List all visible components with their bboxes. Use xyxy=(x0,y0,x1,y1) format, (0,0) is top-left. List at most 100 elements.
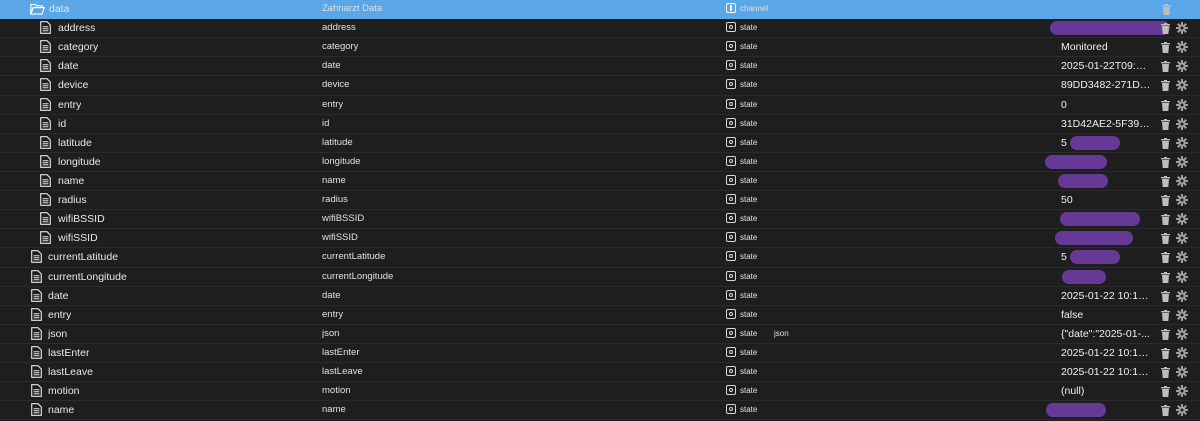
object-id: lastEnter xyxy=(48,346,90,359)
trash-icon[interactable] xyxy=(1161,347,1170,359)
gear-icon[interactable] xyxy=(1176,232,1188,245)
object-type-label: state xyxy=(740,405,758,415)
tree-row-currentLongitude[interactable]: currentLongitude currentLongitude state xyxy=(0,268,1200,287)
gear-icon[interactable] xyxy=(1176,404,1188,417)
tree-row-category[interactable]: category category state Monitored xyxy=(0,38,1200,58)
state-icon xyxy=(726,79,736,90)
gear-icon[interactable] xyxy=(1176,79,1188,92)
tree-row-radius[interactable]: radius radius state 50 xyxy=(0,191,1200,211)
state-icon xyxy=(726,366,736,377)
tree-row-data[interactable]: data Zahnarzt Data channel xyxy=(0,0,1200,20)
tree-row-currentLatitude[interactable]: currentLatitude currentLatitude state 5 xyxy=(0,248,1200,268)
gear-icon[interactable] xyxy=(1176,251,1188,264)
file-text-icon xyxy=(31,384,42,398)
object-value[interactable]: 89DD3482-271D-... xyxy=(1061,76,1151,94)
tree-row-wifiBSSID[interactable]: wifiBSSID wifiBSSID state xyxy=(0,210,1200,230)
object-value[interactable]: Monitored xyxy=(1061,38,1151,56)
object-value[interactable]: 2025-01-22 10:19:... xyxy=(1061,363,1151,381)
trash-icon[interactable] xyxy=(1161,175,1170,187)
trash-icon[interactable] xyxy=(1161,118,1170,130)
trash-icon[interactable] xyxy=(1161,214,1170,226)
object-value[interactable]: 50 xyxy=(1061,191,1151,209)
folder-open-icon[interactable] xyxy=(30,3,46,16)
object-value[interactable]: (null) xyxy=(1061,382,1151,400)
tree-row-entry[interactable]: entry entry state 0 xyxy=(0,96,1200,115)
trash-icon[interactable] xyxy=(1161,386,1170,398)
tree-row-name[interactable]: name name state xyxy=(0,401,1200,421)
tree-row-json[interactable]: json json state json {"date":"2025-01-... xyxy=(0,325,1200,344)
object-value[interactable]: {"date":"2025-01-... xyxy=(1061,325,1151,343)
gear-icon[interactable] xyxy=(1176,136,1188,149)
object-value[interactable]: 2025-01-22 10:19:... xyxy=(1061,287,1151,305)
object-name: motion xyxy=(322,385,351,397)
trash-icon[interactable] xyxy=(1161,99,1170,111)
object-name: currentLongitude xyxy=(322,270,394,282)
object-value[interactable]: 2025-01-22 10:19:... xyxy=(1061,344,1151,362)
trash-icon[interactable] xyxy=(1161,137,1170,149)
gear-icon[interactable] xyxy=(1176,98,1188,111)
tree-row-date[interactable]: date date state 2025-01-22 10:19:... xyxy=(0,287,1200,306)
redaction-mark xyxy=(1070,250,1120,265)
trash-icon[interactable] xyxy=(1161,233,1170,245)
gear-icon[interactable] xyxy=(1176,174,1188,187)
trash-icon[interactable] xyxy=(1162,4,1171,15)
object-value[interactable]: 0 xyxy=(1061,96,1151,114)
trash-icon[interactable] xyxy=(1161,271,1170,283)
object-type-label: state xyxy=(740,290,758,300)
object-type-label: state xyxy=(740,99,758,109)
gear-icon[interactable] xyxy=(1176,117,1188,130)
trash-icon[interactable] xyxy=(1161,290,1170,302)
trash-icon[interactable] xyxy=(1161,195,1170,207)
file-text-icon xyxy=(31,346,42,359)
trash-icon[interactable] xyxy=(1161,156,1170,168)
tree-row-lastEnter[interactable]: lastEnter lastEnter state 2025-01-22 10:19:… xyxy=(0,344,1200,364)
trash-icon[interactable] xyxy=(1161,309,1170,321)
trash-icon[interactable] xyxy=(1161,42,1170,54)
gear-icon[interactable] xyxy=(1176,327,1188,340)
trash-icon[interactable] xyxy=(1161,80,1170,92)
gear-icon[interactable] xyxy=(1176,385,1188,398)
gear-icon[interactable] xyxy=(1176,41,1188,54)
object-id: json xyxy=(48,327,68,340)
tree-row-longitude[interactable]: longitude longitude state xyxy=(0,153,1200,172)
object-id: wifiBSSID xyxy=(58,213,105,226)
gear-icon[interactable] xyxy=(1176,289,1188,302)
gear-icon[interactable] xyxy=(1176,270,1188,283)
object-name: date xyxy=(322,289,341,301)
tree-row-device[interactable]: device device state 89DD3482-271D-... xyxy=(0,76,1200,96)
tree-row-date[interactable]: date date state 2025-01-22T09:19:... xyxy=(0,57,1200,77)
tree-row-wifiSSID[interactable]: wifiSSID wifiSSID state xyxy=(0,229,1200,249)
trash-icon[interactable] xyxy=(1161,405,1170,417)
gear-icon[interactable] xyxy=(1176,308,1188,321)
object-value[interactable]: false xyxy=(1061,306,1151,324)
gear-icon[interactable] xyxy=(1176,22,1188,35)
file-text-icon xyxy=(31,250,42,264)
tree-row-id[interactable]: id id state 31D42AE2-5F39-4... xyxy=(0,115,1200,134)
trash-icon[interactable] xyxy=(1161,367,1170,379)
tree-row-motion[interactable]: motion motion state (null) xyxy=(0,382,1200,402)
object-type-label: state xyxy=(740,195,758,205)
tree-row-address[interactable]: address address state xyxy=(0,19,1200,39)
object-value[interactable]: 31D42AE2-5F39-4... xyxy=(1061,115,1151,133)
trash-icon[interactable] xyxy=(1161,23,1170,35)
redaction-mark xyxy=(1060,212,1140,227)
object-id: latitude xyxy=(58,136,92,149)
tree-row-latitude[interactable]: latitude latitude state 5 xyxy=(0,134,1200,153)
gear-icon[interactable] xyxy=(1176,346,1188,359)
gear-icon[interactable] xyxy=(1176,60,1188,73)
trash-icon[interactable] xyxy=(1161,252,1170,264)
object-value[interactable]: 2025-01-22T09:19:... xyxy=(1061,57,1151,75)
tree-row-entry[interactable]: entry entry state false xyxy=(0,306,1200,325)
state-icon xyxy=(726,346,736,357)
state-icon xyxy=(726,174,736,185)
trash-icon[interactable] xyxy=(1161,328,1170,340)
tree-row-name[interactable]: name name state xyxy=(0,172,1200,192)
trash-icon[interactable] xyxy=(1161,61,1170,73)
gear-icon[interactable] xyxy=(1176,213,1188,226)
gear-icon[interactable] xyxy=(1176,366,1188,379)
gear-icon[interactable] xyxy=(1176,155,1188,168)
object-name: device xyxy=(322,79,350,91)
tree-row-lastLeave[interactable]: lastLeave lastLeave state 2025-01-22 10:19:… xyxy=(0,363,1200,383)
state-icon xyxy=(726,194,736,205)
gear-icon[interactable] xyxy=(1176,194,1188,207)
